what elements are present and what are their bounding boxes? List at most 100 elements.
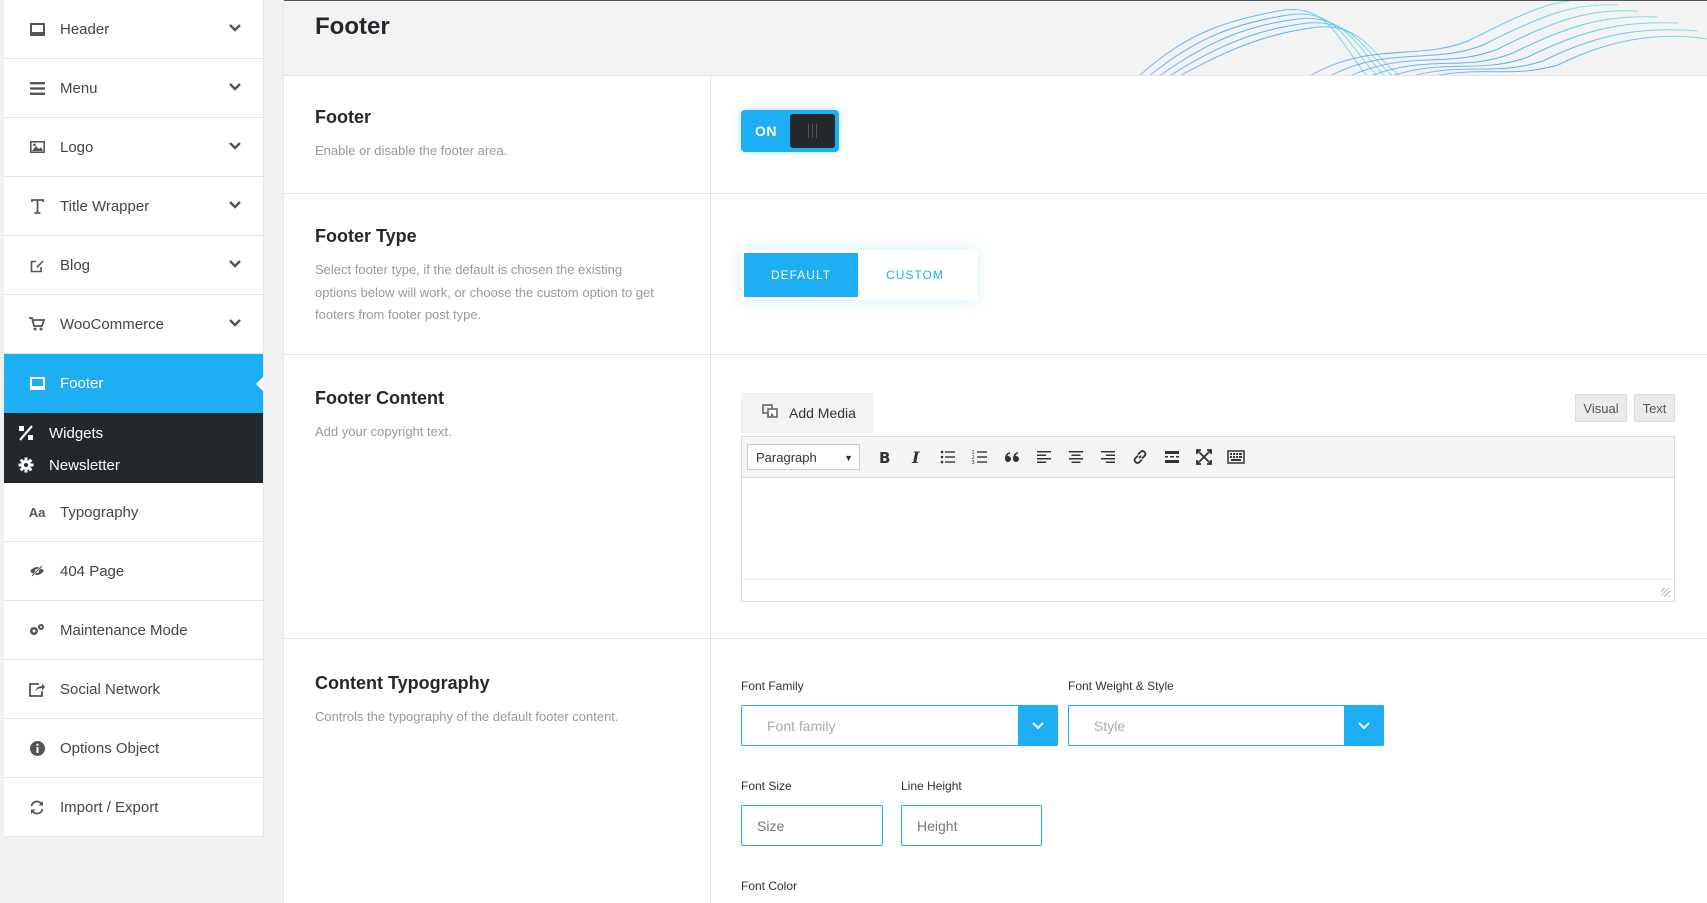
footer-type-default-option[interactable]: DEFAULT (744, 253, 858, 297)
text-cursor-icon (28, 197, 46, 215)
section-title: Footer Type (315, 226, 417, 246)
tab-text[interactable]: Text (1634, 394, 1675, 422)
editor-toolbar: Paragraph ▼ B I 123 (742, 437, 1674, 478)
monitor-icon (28, 374, 46, 392)
content-typography-section: Content Typography Controls the typograp… (284, 639, 1707, 903)
share-icon (28, 680, 46, 698)
toolbar-toggle-button[interactable] (1220, 443, 1252, 471)
media-icon (762, 403, 779, 423)
sidebar-item-woocommerce[interactable]: WooCommerce (4, 295, 263, 354)
submenu-item-newsletter[interactable]: Newsletter (4, 449, 263, 481)
chevron-down-icon[interactable] (1344, 705, 1384, 746)
blockquote-button[interactable] (996, 443, 1028, 471)
format-select[interactable]: Paragraph ▼ (747, 444, 860, 470)
submenu-item-widgets[interactable]: Widgets (4, 417, 263, 449)
toggle-knob[interactable] (790, 114, 835, 148)
font-size-input[interactable]: Size (741, 805, 883, 846)
tab-visual[interactable]: Visual (1575, 394, 1627, 422)
italic-button[interactable]: I (900, 443, 932, 471)
section-description: Select footer type, if the default is ch… (315, 262, 654, 322)
sidebar-item-label: WooCommerce (60, 315, 164, 333)
sidebar-item-footer[interactable]: Footer (4, 354, 264, 413)
sidebar-item-menu[interactable]: Menu (4, 59, 263, 118)
sidebar-item-header[interactable]: Header (4, 0, 263, 59)
read-more-icon (1165, 451, 1179, 463)
sidebar-item-logo[interactable]: Logo (4, 118, 263, 177)
bullet-list-icon (940, 450, 955, 464)
sidebar-item-title-wrapper[interactable]: Title Wrapper (4, 177, 263, 236)
sidebar-item-label: Header (60, 20, 110, 38)
chevron-down-icon (229, 21, 241, 35)
add-media-label: Add Media (789, 405, 856, 421)
submenu-item-label: Widgets (49, 424, 104, 442)
footer-toggle-section: Footer Enable or disable the footer area… (284, 76, 1707, 194)
font-size-placeholder: Size (757, 817, 785, 834)
sidebar-item-label: Options Object (60, 739, 160, 757)
eye-slash-icon (28, 562, 46, 580)
sidebar-item-maintenance-mode[interactable]: Maintenance Mode (4, 601, 263, 660)
align-left-icon (1037, 451, 1051, 463)
sidebar-item-blog[interactable]: Blog (4, 236, 263, 295)
sidebar-item-label: Title Wrapper (60, 197, 150, 215)
footer-enable-toggle[interactable]: ON (741, 110, 839, 152)
footer-submenu: Widgets Newsletter (4, 413, 263, 483)
sidebar-item-label: Blog (60, 256, 91, 274)
align-right-button[interactable] (1092, 443, 1124, 471)
chevron-down-icon (229, 139, 241, 153)
sidebar-item-social-network[interactable]: Social Network (4, 660, 263, 719)
font-weight-label: Font Weight & Style (1068, 679, 1174, 693)
bullet-list-button[interactable] (932, 443, 964, 471)
font-color-label: Font Color (741, 879, 798, 893)
options-sidebar: Header Menu Logo Title Wrapper Blog WooC… (4, 0, 264, 903)
line-height-input[interactable]: Height (901, 805, 1042, 846)
svg-text:3: 3 (972, 460, 975, 466)
sidebar-item-typography[interactable]: Aa Typography (4, 483, 263, 542)
add-media-button[interactable]: Add Media (741, 393, 873, 433)
sidebar-item-label: Footer (60, 374, 104, 392)
insert-link-button[interactable] (1124, 443, 1156, 471)
cart-icon (28, 315, 46, 333)
section-divider (710, 194, 711, 354)
section-divider (710, 355, 711, 638)
numbered-list-button[interactable]: 123 (964, 443, 996, 471)
read-more-button[interactable] (1156, 443, 1188, 471)
align-center-icon (1069, 451, 1083, 463)
header-wave-decoration (1139, 1, 1707, 75)
section-title: Footer (315, 107, 371, 127)
info-icon (28, 739, 46, 757)
font-weight-select[interactable]: Style (1068, 705, 1384, 746)
edit-icon (28, 256, 46, 274)
sidebar-item-label: Logo (60, 138, 94, 156)
font-family-placeholder: Font family (767, 717, 836, 734)
sidebar-item-label: Import / Export (60, 798, 159, 816)
font-weight-placeholder: Style (1094, 717, 1126, 734)
chevron-down-icon (229, 316, 241, 330)
sidebar-item-label: Maintenance Mode (60, 621, 188, 639)
image-icon (28, 138, 46, 156)
chevron-down-icon (229, 257, 241, 271)
sidebar-item-label: 404 Page (60, 562, 125, 580)
keyboard-icon (1227, 450, 1245, 464)
align-left-button[interactable] (1028, 443, 1060, 471)
resize-handle[interactable] (1661, 588, 1670, 597)
section-divider (710, 76, 711, 193)
bold-button[interactable]: B (868, 443, 900, 471)
sidebar-item-options-object[interactable]: Options Object (4, 719, 263, 778)
font-family-select[interactable]: Font family (741, 705, 1058, 746)
sidebar-item-import-export[interactable]: Import / Export (4, 778, 263, 837)
chevron-down-icon[interactable] (1018, 705, 1058, 746)
footer-type-selector: DEFAULT CUSTOM (741, 250, 978, 300)
footer-type-custom-option[interactable]: CUSTOM (858, 253, 972, 297)
widgets-icon (17, 425, 35, 441)
sidebar-item-404-page[interactable]: 404 Page (4, 542, 263, 601)
section-divider (710, 639, 711, 903)
line-height-label: Line Height (901, 779, 962, 793)
options-nav: Header Menu Logo Title Wrapper Blog WooC… (4, 0, 264, 837)
editor-content-area[interactable] (742, 478, 1674, 579)
sidebar-item-label: Menu (60, 79, 98, 97)
fullscreen-button[interactable] (1188, 443, 1220, 471)
align-center-button[interactable] (1060, 443, 1092, 471)
font-family-label: Font Family (741, 679, 804, 693)
italic-icon: I (911, 448, 920, 466)
font-size-label: Font Size (741, 779, 792, 793)
